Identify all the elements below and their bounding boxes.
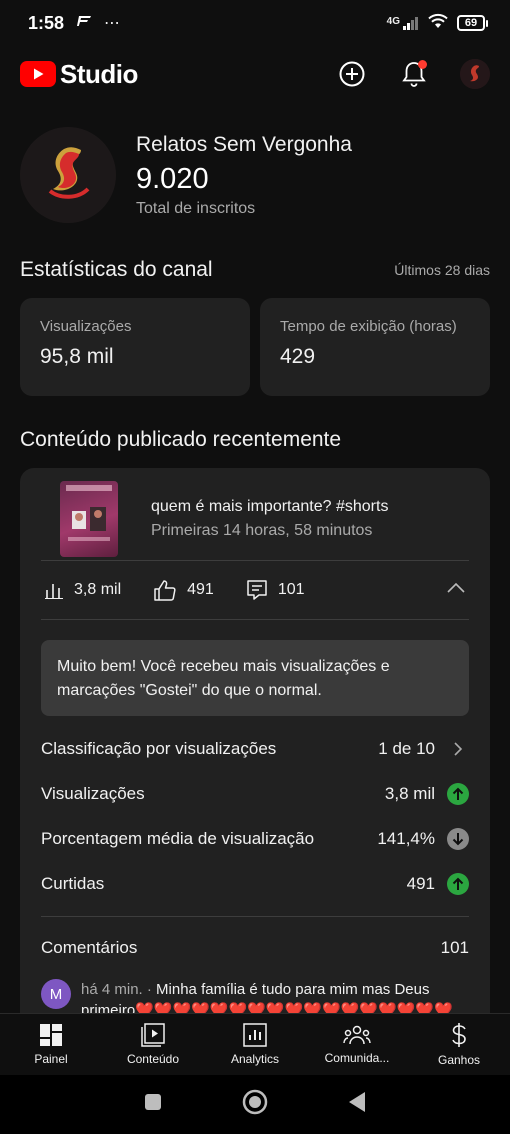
nav-analytics[interactable]: Analytics <box>204 1014 306 1075</box>
performance-banner: Muito bem! Você recebeu mais visualizaçõ… <box>41 640 469 716</box>
signal-icon: 4G <box>387 16 419 30</box>
nav-earn[interactable]: Ganhos <box>408 1014 510 1075</box>
avg-view-percentage-row: Porcentagem média de visualização 141,4% <box>20 816 490 861</box>
row-value: 3,8 mil <box>384 783 435 803</box>
recents-button[interactable] <box>144 1093 162 1116</box>
notification-badge <box>418 60 427 69</box>
nav-label: Conteúdo <box>126 1052 180 1066</box>
thumbs-up-icon <box>154 580 176 601</box>
subscriber-count: 9.020 <box>136 162 209 195</box>
commenter-avatar: M <box>41 979 71 1009</box>
nav-label: Analytics <box>230 1052 280 1066</box>
video-period: Primeiras 14 horas, 58 minutos <box>151 522 373 539</box>
nav-label: Comunida... <box>324 1051 390 1065</box>
nav-label: Ganhos <box>437 1053 481 1067</box>
logo-text: Studio <box>60 58 138 89</box>
arrow-down-icon <box>447 827 469 850</box>
views-metric: 3,8 mil <box>44 580 121 600</box>
square-icon <box>145 1094 161 1110</box>
stats-title: Estatísticas do canal <box>20 258 213 281</box>
nav-dashboard[interactable]: Painel <box>0 1014 102 1075</box>
likes-value: 491 <box>187 581 214 598</box>
comments-value: 101 <box>277 581 305 598</box>
channel-avatar[interactable] <box>20 127 116 223</box>
ranking-row[interactable]: Classificação por visualizações 1 de 10 <box>20 726 490 771</box>
stat-cards: Visualizações 95,8 mil Tempo de exibição… <box>20 298 490 396</box>
likes-metric: 491 <box>153 579 214 601</box>
network-type: 4G <box>386 16 400 27</box>
chevron-up-icon <box>447 582 465 593</box>
comment-time: há 4 min. <box>81 981 143 998</box>
recent-video-card: quem é mais importante? #shorts Primeira… <box>20 468 490 1028</box>
status-bar: 1:58 ⋯ 4G 69 <box>0 0 510 46</box>
nav-content[interactable]: Conteúdo <box>102 1014 204 1075</box>
bar-chart-icon <box>45 584 63 599</box>
battery-level: 69 <box>457 15 485 31</box>
status-time: 1:58 <box>28 12 65 33</box>
row-value: 1 de 10 <box>378 738 435 758</box>
row-label: Classificação por visualizações <box>41 738 277 758</box>
row-value: 141,4% <box>377 828 435 848</box>
channel-summary: Relatos Sem Vergonha 9.020 Total de insc… <box>20 127 490 223</box>
recent-content-title: Conteúdo publicado recentemente <box>20 428 342 451</box>
home-circle-icon <box>242 1089 268 1115</box>
create-button[interactable] <box>336 58 368 90</box>
nav-community[interactable]: Comunida... <box>306 1014 408 1075</box>
comment-icon <box>247 580 267 600</box>
notifications-button[interactable] <box>398 58 430 90</box>
more-notifications-icon: ⋯ <box>104 15 122 32</box>
analytics-icon <box>243 1023 267 1047</box>
account-avatar[interactable] <box>460 59 490 89</box>
back-button[interactable] <box>348 1091 366 1118</box>
stat-label: Visualizações <box>40 318 132 335</box>
chevron-right-icon <box>447 741 469 757</box>
arrow-up-icon <box>447 872 469 895</box>
stat-card-views[interactable]: Visualizações 95,8 mil <box>20 298 250 396</box>
video-thumbnail[interactable] <box>60 481 118 557</box>
video-title: quem é mais importante? #shorts <box>151 498 389 515</box>
collapse-button[interactable] <box>446 581 466 599</box>
content-icon <box>141 1023 165 1047</box>
row-value: 491 <box>406 873 435 893</box>
stat-value: 95,8 mil <box>40 345 114 368</box>
back-triangle-icon <box>349 1092 365 1112</box>
video-item[interactable]: quem é mais importante? #shorts Primeira… <box>20 468 490 560</box>
likes-row: Curtidas 491 <box>20 861 490 906</box>
battery-icon: 69 <box>457 15 488 31</box>
row-label: Curtidas <box>41 873 105 893</box>
bottom-navigation: Painel Conteúdo Analytics Comunida... Ga… <box>0 1013 510 1075</box>
app-header: Studio <box>0 46 510 102</box>
row-label: Visualizações <box>41 783 145 803</box>
nav-label: Painel <box>34 1052 68 1066</box>
dashboard-icon <box>40 1024 62 1046</box>
arrow-up-icon <box>447 782 469 805</box>
earn-icon <box>452 1023 466 1047</box>
studio-logo[interactable]: Studio <box>20 59 138 90</box>
create-icon <box>339 61 365 87</box>
wifi-icon <box>427 13 449 34</box>
divider <box>41 619 469 620</box>
video-metrics: 3,8 mil 491 101 <box>20 561 490 619</box>
row-label: Porcentagem média de visualização <box>41 828 315 848</box>
youtube-logo-icon <box>20 61 56 87</box>
stat-value: 429 <box>280 345 316 368</box>
community-icon <box>343 1025 371 1045</box>
video-stats-list: Classificação por visualizações 1 de 10 … <box>20 726 490 906</box>
comments-metric: 101 <box>246 579 305 601</box>
views-value: 3,8 mil <box>74 581 122 598</box>
home-button[interactable] <box>242 1089 268 1120</box>
system-navigation <box>0 1075 510 1134</box>
subscriber-label: Total de inscritos <box>136 199 256 217</box>
channel-name: Relatos Sem Vergonha <box>136 132 352 156</box>
comments-label: Comentários <box>41 938 138 957</box>
stat-card-watch-time[interactable]: Tempo de exibição (horas) 429 <box>260 298 490 396</box>
stat-label: Tempo de exibição (horas) <box>280 318 457 335</box>
app-notification-icon <box>76 14 92 32</box>
views-row: Visualizações 3,8 mil <box>20 771 490 816</box>
stats-period: Últimos 28 dias <box>394 262 490 278</box>
comments-count: 101 <box>440 938 469 957</box>
channel-stats-header: Estatísticas do canal Últimos 28 dias <box>20 258 490 282</box>
comments-header[interactable]: Comentários 101 <box>20 917 490 979</box>
